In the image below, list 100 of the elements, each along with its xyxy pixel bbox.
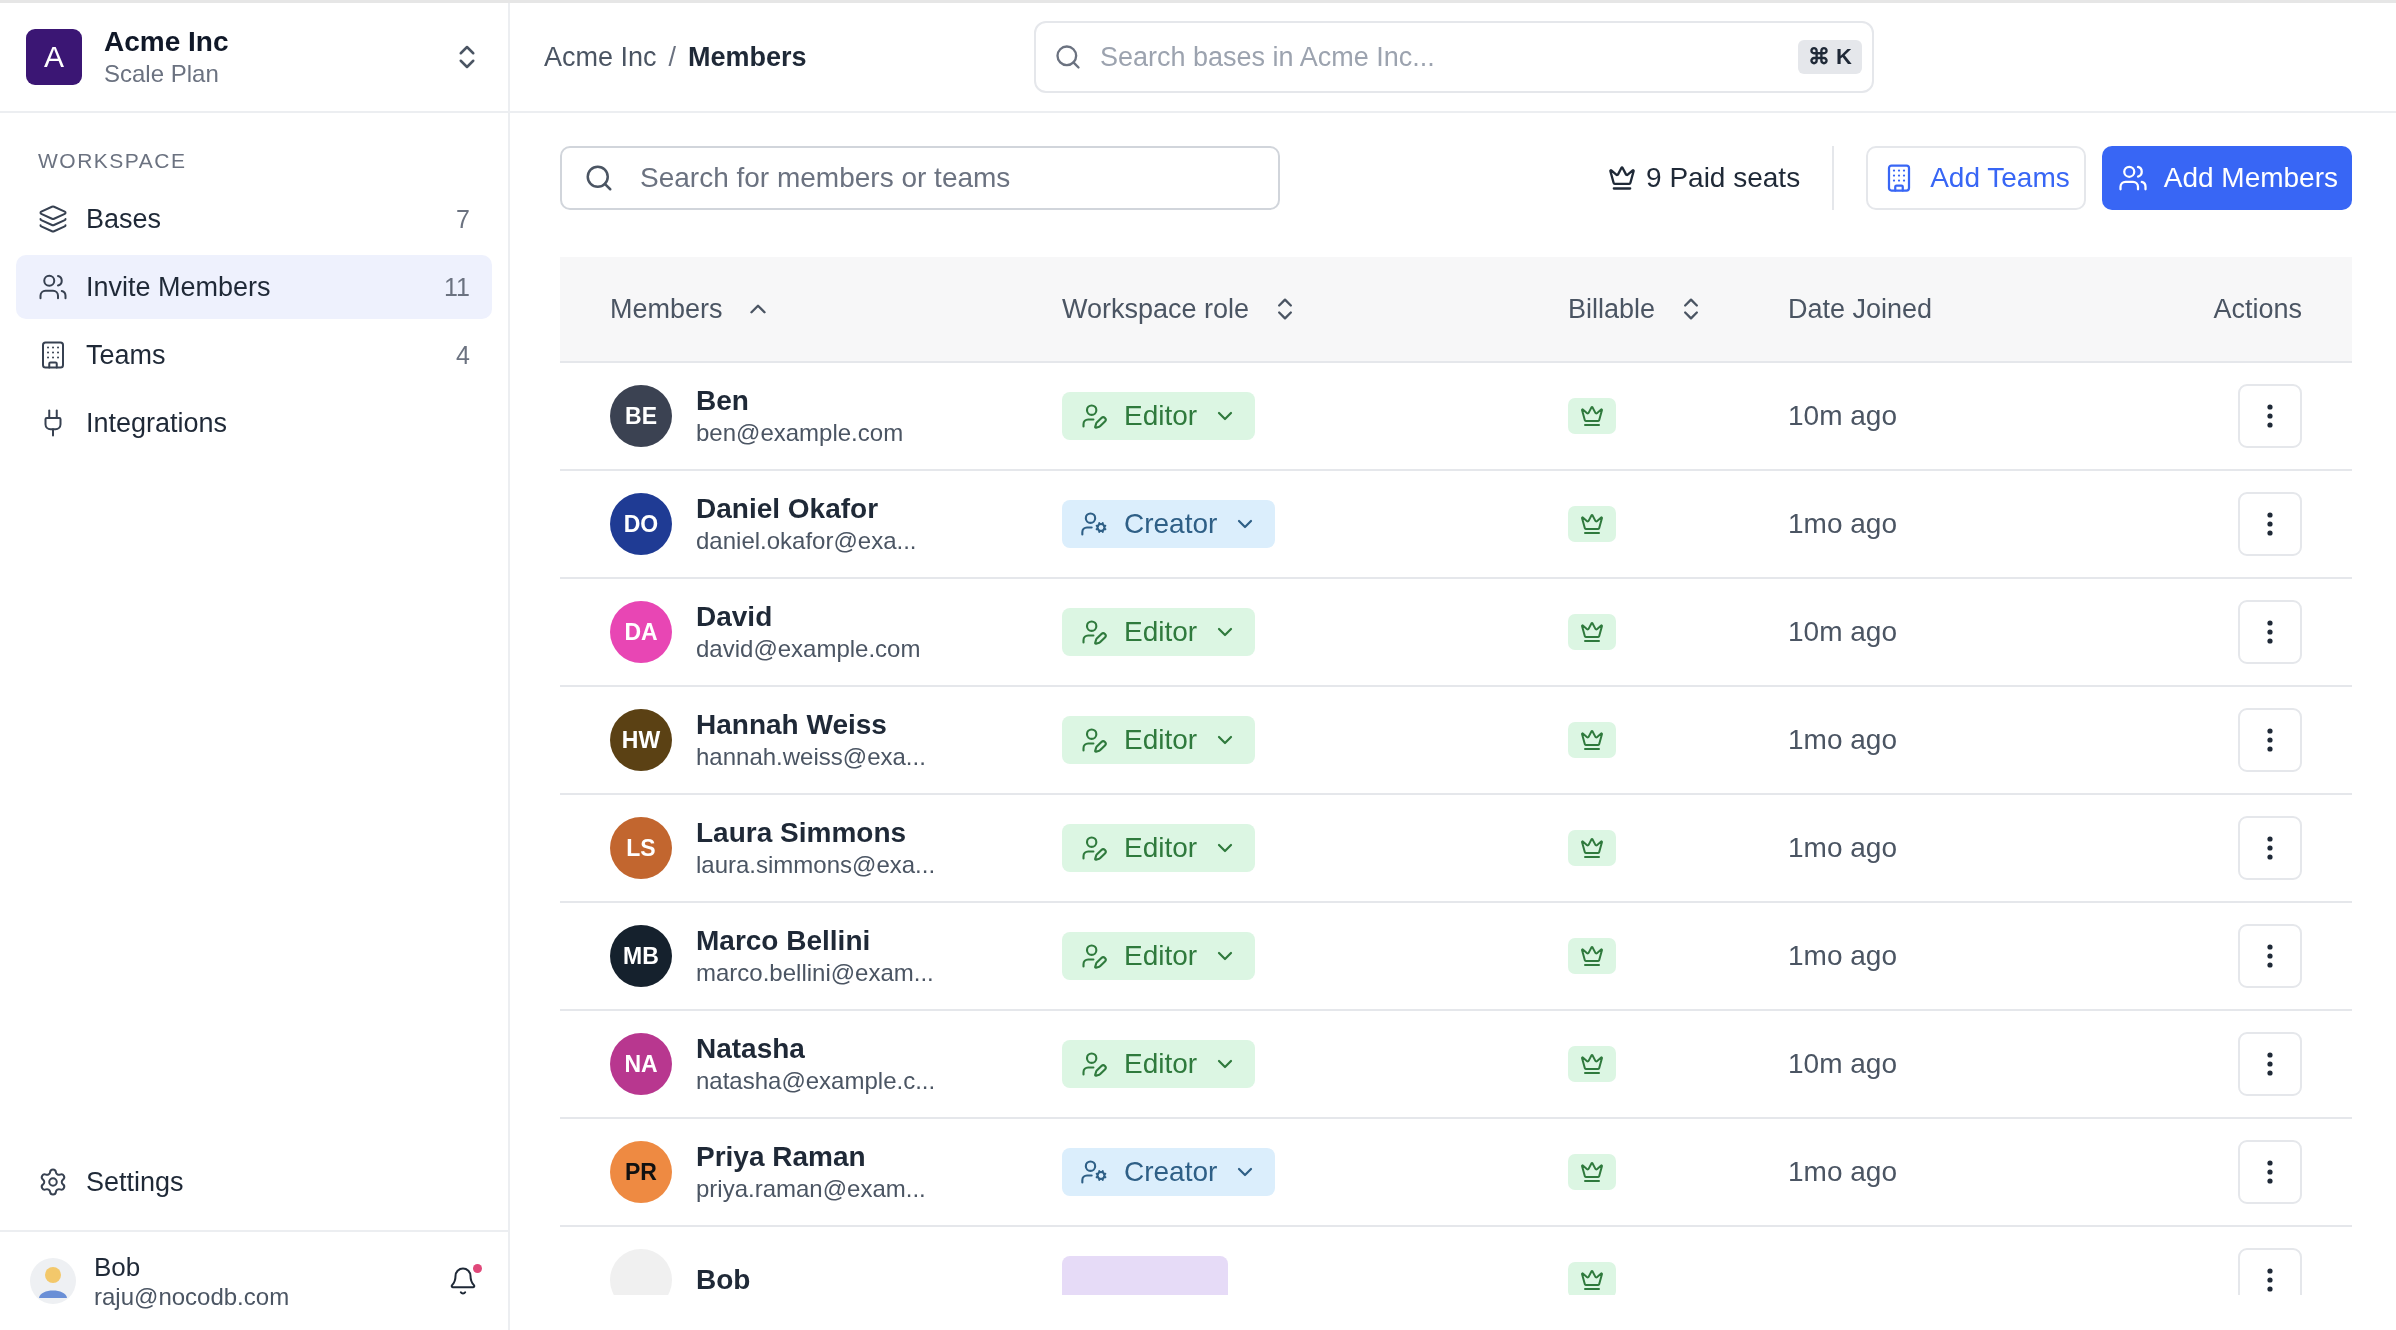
member-avatar: DA [610,601,672,663]
more-icon [2267,1268,2273,1292]
role-dropdown[interactable]: Editor [1062,716,1256,764]
more-icon [2267,620,2273,644]
member-email: laura.simmons@exa... [696,851,936,879]
more-icon [2267,512,2273,536]
member-email: david@example.com [696,635,921,663]
role-dropdown[interactable]: Editor [1062,932,1256,980]
paid-seats: 9 Paid seats [1646,162,1801,194]
crown-icon [1580,1268,1604,1292]
date-joined: 1mo ago [1788,724,1898,756]
users-icon [2117,163,2148,193]
member-name: Ben [696,385,750,417]
user-avatar [30,1258,76,1304]
sidebar-item-label: Teams [86,339,167,371]
role-icon [1080,1158,1108,1186]
settings-label: Settings [86,1166,185,1198]
member-name: Priya Raman [696,1141,867,1173]
member-name: Bob [696,1264,751,1295]
row-actions-button[interactable] [2238,924,2302,988]
role-dropdown[interactable]: Editor [1062,824,1256,872]
member-name: Hannah Weiss [696,709,888,741]
row-actions-button[interactable] [2238,600,2302,664]
column-header: Billable [1568,293,1656,325]
role-icon [1080,942,1108,970]
role-icon [1080,510,1108,538]
member-avatar: LS [610,817,672,879]
member-search-field[interactable]: Search for members or teams [560,146,1280,210]
column-header: Workspace role [1062,293,1250,325]
role-dropdown[interactable] [1062,1256,1228,1295]
role-dropdown[interactable]: Creator [1062,500,1276,548]
member-email: hannah.weiss@exa... [696,743,926,771]
more-icon [2267,1160,2273,1184]
role-icon [1080,1050,1108,1078]
date-joined: 1mo ago [1788,940,1898,972]
member-name: Marco Bellini [696,925,872,957]
search-icon [1054,43,1082,71]
row-actions-button[interactable] [2238,708,2302,772]
sidebar-item-label: Invite Members [86,271,272,303]
crown-icon [1580,728,1604,752]
add-members-button[interactable]: Add Members [2101,146,2352,210]
add-teams-button[interactable]: Add Teams [1866,146,2086,210]
member-name: Natasha [696,1033,806,1065]
role-dropdown[interactable]: Editor [1062,608,1256,656]
sidebar-item[interactable]: Bases 7 [16,187,492,251]
role-icon [1080,402,1108,430]
row-actions-button[interactable] [2238,1032,2302,1096]
sidebar-item-label: Integrations [86,407,229,439]
member-email: daniel.okafor@exa... [696,527,917,555]
layers-icon [38,204,68,234]
date-joined: 1mo ago [1788,508,1898,540]
member-avatar: PR [610,1141,672,1203]
sidebar-item[interactable]: Integrations [16,391,492,455]
crown-icon [1580,1160,1604,1184]
crown-icon [1580,512,1604,536]
role-dropdown[interactable]: Editor [1062,392,1256,440]
sidebar-item[interactable]: Invite Members 11 [16,255,492,319]
crown-icon [1580,620,1604,644]
column-header: Actions [2213,293,2302,325]
crown-icon [1580,836,1604,860]
member-avatar: MB [610,925,672,987]
member-name: Laura Simmons [696,817,908,849]
sidebar-item[interactable]: Teams 4 [16,323,492,387]
row-actions-button[interactable] [2238,1248,2302,1295]
member-avatar: NA [610,1033,672,1095]
date-joined: 1mo ago [1788,1156,1898,1188]
member-avatar: HW [610,709,672,771]
member-email: priya.raman@exam... [696,1175,926,1203]
row-actions-button[interactable] [2238,816,2302,880]
search-icon [584,163,614,193]
breadcrumb-item[interactable]: Acme Inc [544,41,657,73]
crown-icon [1580,1052,1604,1076]
role-icon [1080,618,1108,646]
section-label: WORKSPACE [38,149,187,173]
crown-icon [1580,404,1604,428]
role-icon [1080,726,1108,754]
more-icon [2267,404,2273,428]
member-name: Daniel Okafor [696,493,880,525]
workspace-logo: A [26,29,82,85]
member-email: marco.bellini@exam... [696,959,934,987]
sidebar-item-label: Bases [86,203,163,235]
role-dropdown[interactable]: Creator [1062,1148,1276,1196]
date-joined: 10m ago [1788,400,1898,432]
member-email: ben@example.com [696,419,904,447]
notification-icon[interactable] [448,1266,478,1296]
member-name: David [696,601,774,633]
more-icon [2267,1052,2273,1076]
role-dropdown[interactable]: Editor [1062,1040,1256,1088]
row-actions-button[interactable] [2238,492,2302,556]
date-joined: 10m ago [1788,1048,1898,1080]
member-email: natasha@example.c... [696,1067,936,1095]
breadcrumb-separator: / [668,41,677,73]
workspace-plan: Scale Plan [104,60,220,88]
settings-item[interactable]: Settings [16,1150,492,1214]
sidebar-item-count: 4 [456,340,470,370]
date-joined: 10m ago [1788,616,1898,648]
row-actions-button[interactable] [2238,384,2302,448]
sidebar-item-count: 11 [444,272,470,302]
date-joined: 1mo ago [1788,832,1898,864]
row-actions-button[interactable] [2238,1140,2302,1204]
